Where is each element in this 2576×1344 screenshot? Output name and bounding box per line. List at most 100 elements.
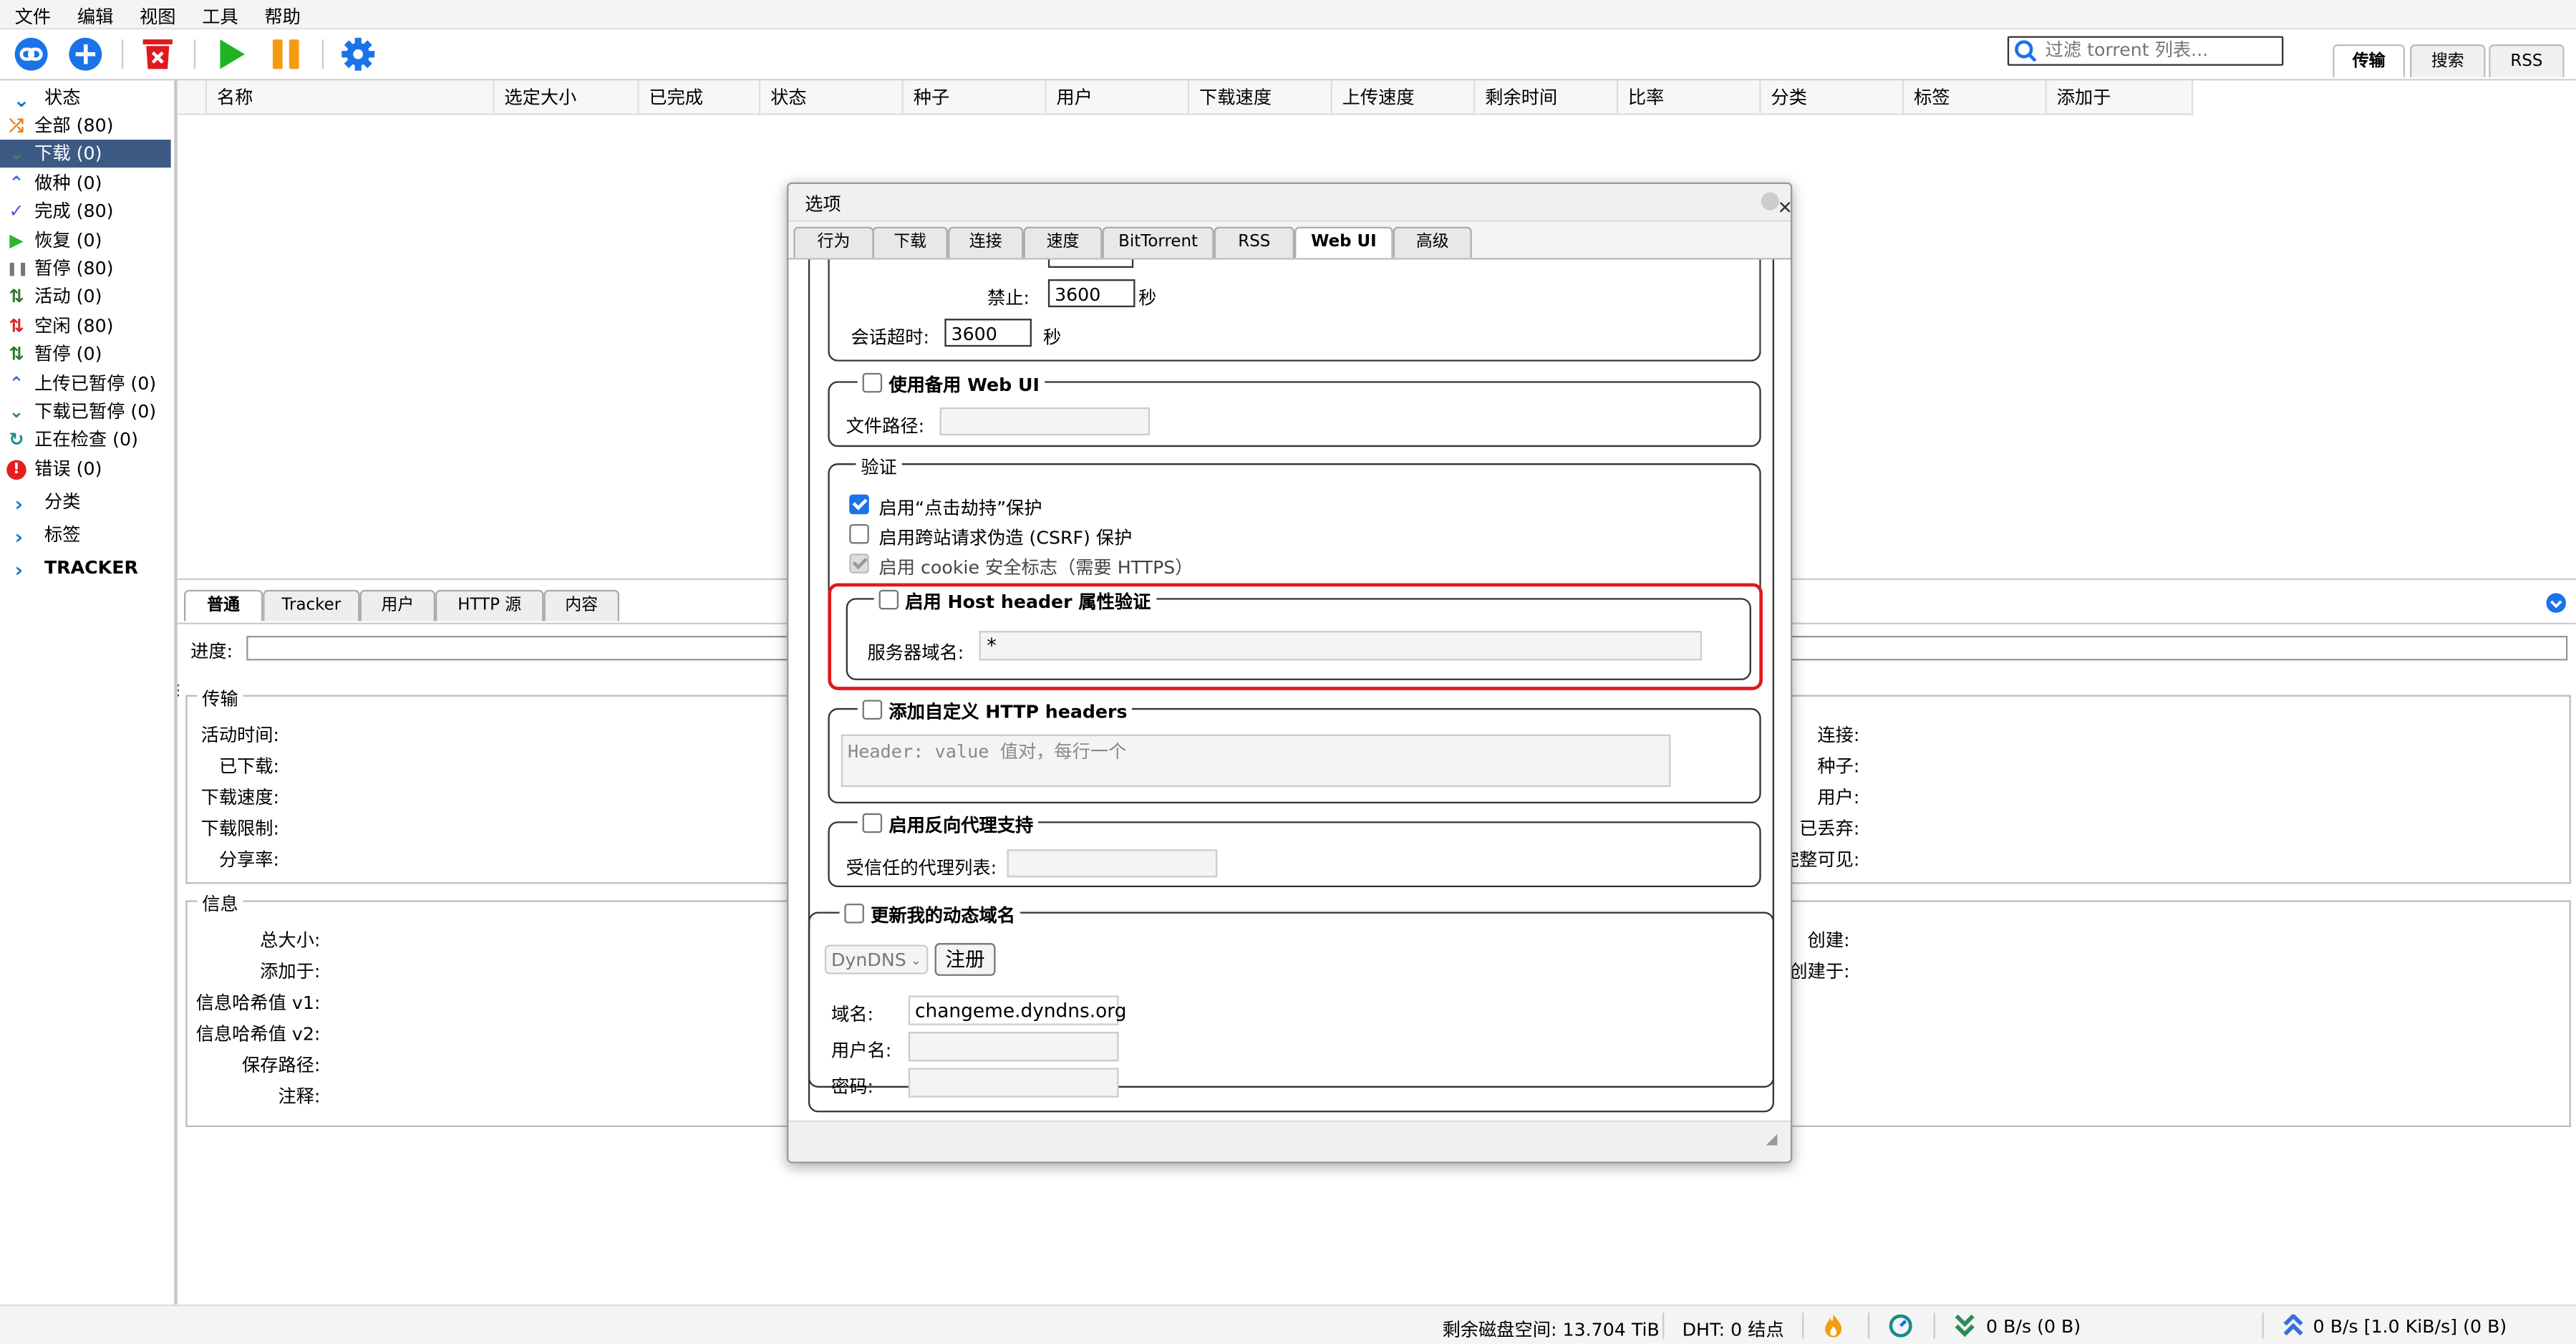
username-input[interactable] xyxy=(908,1031,1119,1062)
column-done[interactable]: 已完成 xyxy=(639,80,761,115)
search-box[interactable] xyxy=(2007,36,2284,66)
status-bar: 剩余磁盘空间: 13.704 TiB DHT: 0 结点 0 B/s (0 B)… xyxy=(0,1304,2576,1344)
tab-rss[interactable]: RSS xyxy=(1214,226,1295,258)
secure-cookie-label: 启用 cookie 安全标志（需要 HTTPS） xyxy=(878,556,1193,579)
ban-duration-input[interactable]: 3600 xyxy=(1047,279,1136,308)
ban-threshold-input[interactable] xyxy=(1047,259,1134,269)
sidebar-item-status[interactable]: ⇅ 暂停 (0) xyxy=(0,340,171,368)
share-ratio-label: 分享率: xyxy=(218,849,280,871)
link-icon xyxy=(14,37,48,71)
column-up-speed[interactable]: 上传速度 xyxy=(1332,80,1476,115)
active-icon: ⇅ xyxy=(9,286,24,308)
tab-content[interactable]: 内容 xyxy=(543,589,620,622)
file-path-label: 文件路径: xyxy=(846,415,925,437)
menu-file[interactable]: 文件 xyxy=(15,4,51,30)
categories-header[interactable]: › 分类 xyxy=(0,488,171,517)
tab-general[interactable]: 普通 xyxy=(183,589,263,622)
custom-headers-textarea[interactable]: Header: value 值对，每行一个 xyxy=(841,734,1671,788)
firewall-icon[interactable] xyxy=(1824,1314,1844,1338)
sidebar-item-status[interactable]: ⌄ 下载已暂停 (0) xyxy=(0,397,171,425)
column-size[interactable]: 选定大小 xyxy=(494,80,639,115)
column-dl-speed[interactable]: 下载速度 xyxy=(1189,80,1332,115)
password-input[interactable] xyxy=(908,1068,1119,1098)
upload-speed-text: 0 B/s [1.0 KiB/s] (0 B) xyxy=(2313,1315,2507,1338)
sidebar-item-status[interactable]: ▶ 恢复 (0) xyxy=(0,226,171,254)
tab-transfers[interactable]: 传输 xyxy=(2333,44,2406,77)
splitter-handle[interactable]: ⋮ xyxy=(171,684,186,700)
column-status[interactable]: 状态 xyxy=(760,80,904,115)
sidebar-item-status[interactable]: ⌄ 下载 (0) xyxy=(0,140,171,168)
options-button[interactable] xyxy=(339,34,378,74)
sidebar-item-status[interactable]: ! 错误 (0) xyxy=(0,455,171,483)
tab-web-ui[interactable]: Web UI xyxy=(1294,226,1393,258)
column-peers[interactable]: 用户 xyxy=(1046,80,1190,115)
gear-icon xyxy=(342,37,375,71)
menu-tools[interactable]: 工具 xyxy=(202,4,238,30)
connections-label: 连接: xyxy=(1817,724,1860,746)
speed-limit-icon[interactable] xyxy=(1889,1314,1912,1338)
sidebar-item-status[interactable]: ⌃ 上传已暂停 (0) xyxy=(0,369,171,397)
tab-downloads[interactable]: 下载 xyxy=(872,226,948,258)
tags-header[interactable]: › 标签 xyxy=(0,521,171,550)
dialog-titlebar[interactable]: 选项 ✕ xyxy=(788,183,1791,222)
sidebar-item-status[interactable]: ⤮ 全部 (80) xyxy=(0,112,171,140)
dialog-title: 选项 xyxy=(805,193,841,216)
column-seeds[interactable]: 种子 xyxy=(903,80,1047,115)
column-ratio[interactable]: 比率 xyxy=(1618,80,1761,115)
column-handle[interactable] xyxy=(177,80,208,115)
status-header[interactable]: ⌄ 状态 xyxy=(0,84,171,113)
menu-edit[interactable]: 编辑 xyxy=(77,4,113,30)
alt-webui-checkbox[interactable] xyxy=(862,372,883,393)
trackers-header[interactable]: › TRACKER xyxy=(0,553,171,583)
authentication-legend: 验证 xyxy=(856,453,902,480)
sidebar-item-status[interactable]: ↻ 正在检查 (0) xyxy=(0,426,171,454)
tab-behavior[interactable]: 行为 xyxy=(793,226,874,258)
sidebar-item-status[interactable]: ⇅ 空闲 (80) xyxy=(0,311,171,339)
sidebar-item-status[interactable]: ✓ 完成 (80) xyxy=(0,198,171,226)
pause-button[interactable] xyxy=(266,34,306,74)
column-category[interactable]: 分类 xyxy=(1761,80,1904,115)
resize-grip-icon[interactable]: ◢ xyxy=(1766,1132,1778,1149)
reverse-proxy-checkbox[interactable] xyxy=(862,813,883,833)
close-button[interactable]: ✕ xyxy=(1761,192,1791,217)
tab-peers[interactable]: 用户 xyxy=(359,589,436,622)
search-icon xyxy=(2015,40,2037,62)
register-button[interactable]: 注册 xyxy=(934,943,996,976)
sidebar-item-status[interactable]: ⌃ 做种 (0) xyxy=(0,169,171,197)
file-path-input[interactable] xyxy=(939,407,1151,436)
tab-connection[interactable]: 连接 xyxy=(947,226,1024,258)
tab-bittorrent[interactable]: BitTorrent xyxy=(1102,226,1214,258)
menu-view[interactable]: 视图 xyxy=(140,4,175,30)
column-name[interactable]: 名称 xyxy=(207,80,495,115)
search-input[interactable] xyxy=(2045,37,2275,63)
tab-http-sources[interactable]: HTTP 源 xyxy=(435,589,544,622)
tab-rss[interactable]: RSS xyxy=(2489,44,2565,77)
domain-label: 域名: xyxy=(831,1003,874,1025)
tab-trackers[interactable]: Tracker xyxy=(263,589,360,622)
menu-help[interactable]: 帮助 xyxy=(264,4,300,30)
domain-input[interactable]: changeme.dyndns.org xyxy=(908,995,1126,1025)
collapse-panel-icon[interactable] xyxy=(2546,593,2567,613)
column-added[interactable]: 添加于 xyxy=(2046,80,2194,115)
secure-cookie-checkbox[interactable] xyxy=(849,553,869,574)
sidebar-item-status[interactable]: ⇅ 活动 (0) xyxy=(0,284,171,311)
clickjacking-checkbox[interactable] xyxy=(849,494,869,515)
tab-search[interactable]: 搜索 xyxy=(2410,44,2486,77)
trusted-proxies-input[interactable] xyxy=(1007,849,1218,878)
custom-headers-checkbox[interactable] xyxy=(862,700,883,720)
csrf-checkbox[interactable] xyxy=(849,523,869,544)
add-link-button[interactable] xyxy=(11,34,51,74)
dyndns-checkbox[interactable] xyxy=(844,903,864,924)
tab-advanced[interactable]: 高级 xyxy=(1393,226,1472,258)
dyndns-service-select[interactable]: DynDNS ⌄ xyxy=(824,944,929,975)
column-eta[interactable]: 剩余时间 xyxy=(1475,80,1619,115)
resume-button[interactable] xyxy=(212,34,251,74)
tab-speed[interactable]: 速度 xyxy=(1023,226,1103,258)
delete-button[interactable] xyxy=(138,34,178,74)
session-timeout-input[interactable]: 3600 xyxy=(944,319,1032,347)
chevron-right-icon: › xyxy=(14,526,24,549)
column-tags[interactable]: 标签 xyxy=(1904,80,2047,115)
add-torrent-button[interactable] xyxy=(66,34,105,74)
sidebar-item-status[interactable]: ❚❚ 暂停 (80) xyxy=(0,255,171,283)
dyndns-service-value: DynDNS xyxy=(831,949,906,972)
